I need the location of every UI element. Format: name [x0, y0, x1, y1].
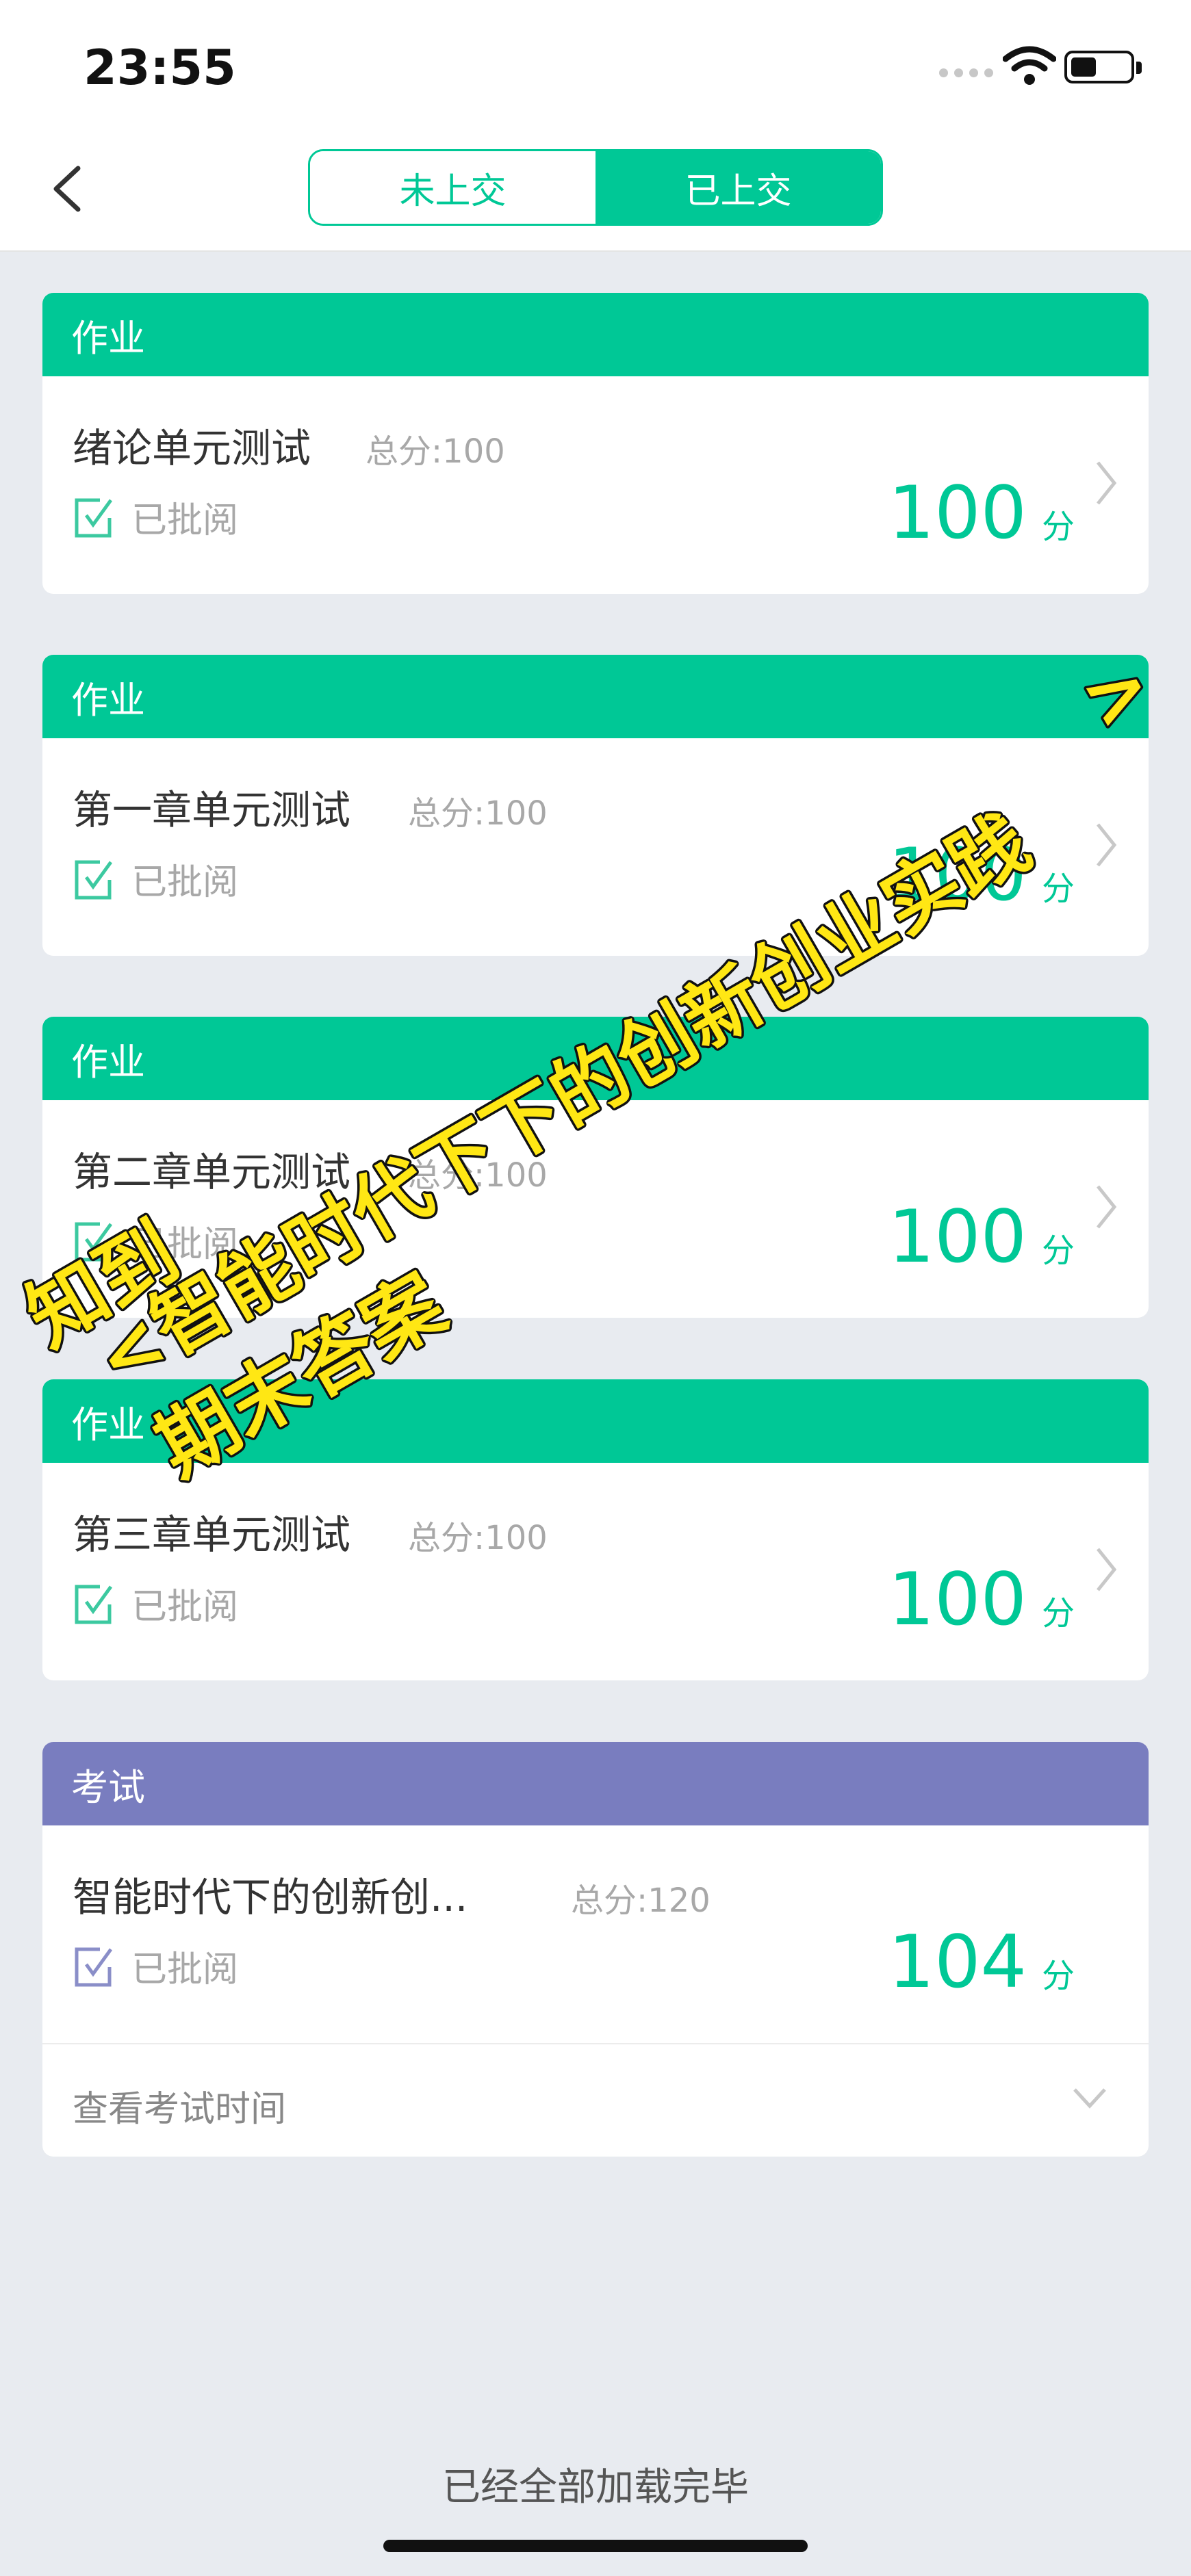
card-status: 已批阅 — [73, 491, 238, 543]
view-exam-time-row[interactable]: 查看考试时间 — [42, 2043, 1149, 2157]
submission-tabs: 未上交 已上交 — [308, 149, 883, 226]
reviewed-icon — [75, 498, 113, 537]
chevron-down-icon — [1073, 2088, 1106, 2109]
wifi-icon — [1003, 46, 1056, 85]
view-exam-time-label: 查看考试时间 — [73, 2089, 287, 2130]
exam-card: 考试 智能时代下的创新创... 总分:120 已批阅 104 分 查看考试时间 — [42, 1742, 1149, 2157]
exam-body[interactable]: 智能时代下的创新创... 总分:120 已批阅 104 分 — [42, 1825, 1149, 2043]
card-status-label: 已批阅 — [131, 500, 239, 541]
overlay-line-2: <智能时代下下的创新创业实践 — [81, 798, 1045, 1405]
battery-icon — [1064, 51, 1134, 83]
card-score-value: 100 — [888, 471, 1027, 555]
card-score: 100 分 — [888, 471, 1075, 555]
exam-title: 智能时代下的创新创... — [73, 1874, 468, 1921]
battery-tip — [1136, 62, 1142, 74]
exam-score: 104 分 — [888, 1920, 1075, 2004]
exam-score-unit: 分 — [1041, 1957, 1075, 1995]
card-title: 第三章单元测试 — [73, 1511, 351, 1558]
card-score: 100 分 — [888, 1557, 1075, 1641]
card-score-unit: 分 — [1041, 1594, 1075, 1632]
card-score-value: 100 — [888, 1557, 1027, 1641]
exam-status-label: 已批阅 — [131, 1949, 239, 1990]
exam-category: 考试 — [42, 1742, 1149, 1825]
watermark-overlay: 知到 <智能时代下下的创新创业实践 > 期末答案 — [10, 636, 1170, 1496]
assignment-card[interactable]: 作业 绪论单元测试 总分:100 已批阅 100 分 — [42, 293, 1149, 594]
card-status-label: 已批阅 — [131, 1587, 239, 1628]
status-bar: 23:55 — [0, 0, 1191, 137]
tab-submitted[interactable]: 已上交 — [596, 151, 881, 224]
reviewed-icon — [75, 1585, 113, 1624]
tab-not-submitted[interactable]: 未上交 — [310, 151, 596, 224]
card-status: 已批阅 — [73, 1578, 238, 1629]
card-total-score: 总分:100 — [366, 432, 505, 471]
load-complete-text: 已经全部加载完毕 — [442, 2465, 749, 2510]
reviewed-icon — [75, 1947, 113, 1986]
signal-icon — [939, 68, 993, 77]
card-total-score: 总分:100 — [408, 1519, 548, 1557]
card-title: 绪论单元测试 — [73, 425, 311, 471]
exam-score-value: 104 — [888, 1920, 1027, 2004]
exam-status: 已批阅 — [73, 1940, 238, 1992]
chevron-right-icon — [1097, 1548, 1117, 1591]
home-indicator[interactable] — [383, 2540, 808, 2552]
card-score-unit: 分 — [1041, 508, 1075, 546]
back-arrow-icon[interactable] — [48, 164, 89, 213]
status-time: 23:55 — [84, 40, 236, 96]
card-category: 作业 — [42, 293, 1149, 376]
chevron-right-icon — [1097, 461, 1117, 505]
exam-total-score: 总分:120 — [571, 1882, 710, 1920]
